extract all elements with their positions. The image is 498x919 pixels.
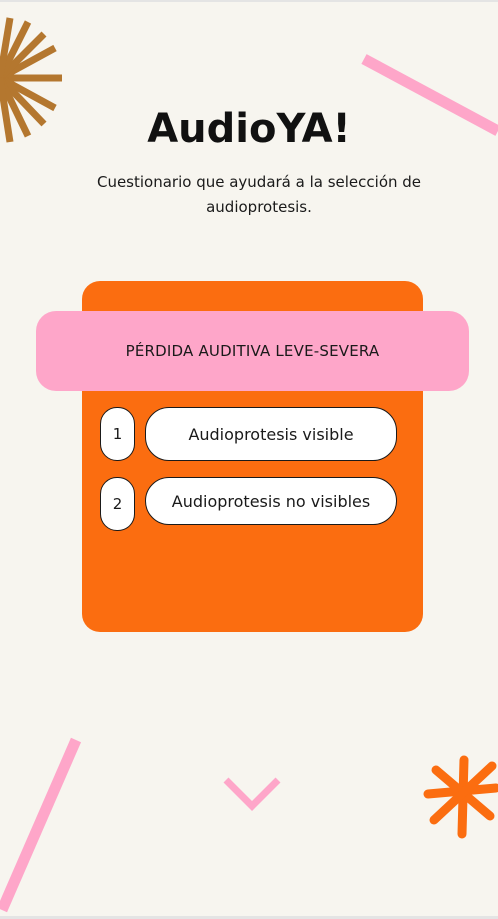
option-number-1: 1 — [100, 407, 135, 461]
option-number-label: 1 — [112, 425, 123, 443]
asterisk-icon — [423, 755, 498, 839]
pink-line-bottom-decoration — [0, 737, 82, 913]
option-button-visible[interactable]: Audioprotesis visible — [145, 407, 397, 461]
app-title: AudioYA! — [147, 106, 351, 152]
chevron-down-icon[interactable] — [222, 775, 282, 815]
app-subtitle: Cuestionario que ayudará a la selección … — [96, 173, 422, 216]
option-button-no-visible[interactable]: Audioprotesis no visibles — [145, 477, 397, 525]
option-label: Audioprotesis no visibles — [171, 491, 371, 511]
option-number-2: 2 — [100, 477, 135, 531]
option-label: Audioprotesis visible — [188, 424, 354, 444]
question-banner: PÉRDIDA AUDITIVA LEVE-SEVERA — [36, 311, 469, 391]
option-number-label: 2 — [112, 495, 123, 513]
page: AudioYA! Cuestionario que ayudará a la s… — [0, 0, 498, 919]
question-banner-label: PÉRDIDA AUDITIVA LEVE-SEVERA — [125, 342, 380, 360]
top-divider — [0, 0, 498, 2]
